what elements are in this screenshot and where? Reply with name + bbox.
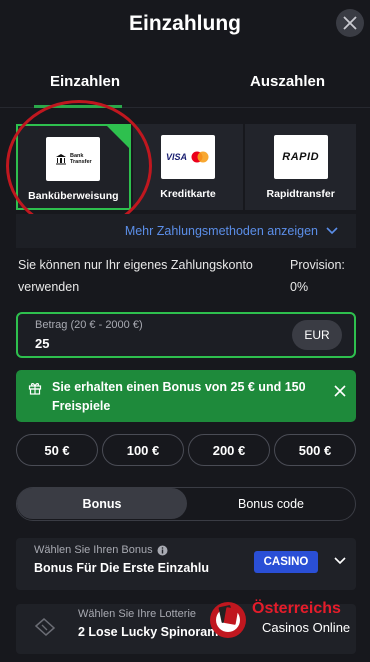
quick-amount-button[interactable]: 50 €	[16, 434, 98, 466]
bonus-select-label-row: Wählen Sie Ihren Bonus	[34, 544, 168, 556]
method-label: Kreditkarte	[160, 188, 216, 200]
account-notice: Sie können nur Ihr eigenes Zahlungskonto…	[18, 258, 253, 294]
tab-einzahlen[interactable]: Einzahlen	[50, 73, 120, 90]
bank-transfer-logo: Bank Transfer	[46, 137, 101, 181]
modal-title: Einzahlung	[129, 12, 241, 35]
lottery-select-label: Wählen Sie Ihre Lotterie	[78, 608, 197, 620]
deposit-modal: Einzahlung Einzahlen Auszahlen Bank Tran…	[0, 0, 370, 662]
method-credit-card[interactable]: VISA Kreditkarte	[132, 124, 244, 210]
bonus-toggle-option[interactable]: Bonus	[17, 488, 187, 519]
amount-value[interactable]: 25	[35, 336, 49, 351]
bonus-code-toggle-option[interactable]: Bonus code	[187, 488, 355, 519]
casino-chip-icon	[210, 602, 246, 638]
info-icon[interactable]	[157, 545, 168, 556]
quick-amount-button[interactable]: 500 €	[274, 434, 356, 466]
watermark-logo: Österreichs Casinos Online	[206, 596, 366, 646]
visa-mastercard-logo: VISA	[161, 135, 215, 179]
tab-bar: Einzahlen Auszahlen	[0, 55, 370, 108]
method-label: Banküberweisung	[28, 190, 119, 202]
mastercard-icon	[191, 151, 209, 163]
provision-label: Provision:	[290, 258, 345, 272]
ticket-icon	[34, 618, 56, 636]
method-rapidtransfer[interactable]: RAPID Rapidtransfer	[245, 124, 357, 210]
quick-amount-button[interactable]: 200 €	[188, 434, 270, 466]
close-button[interactable]	[336, 9, 364, 37]
bonus-select-value: Bonus Für Die Erste Einzahlu	[34, 561, 210, 575]
selected-check-icon	[106, 126, 129, 148]
payment-methods: Bank Transfer Banküberweisung VISA Kredi…	[16, 124, 357, 210]
close-icon	[343, 16, 357, 30]
watermark-line1: Österreichs	[252, 600, 341, 617]
lottery-select-value: 2 Lose Lucky Spinorama	[78, 625, 226, 639]
amount-label: Betrag (20 € - 2000 €)	[35, 319, 143, 331]
visa-logo-text: VISA	[165, 152, 187, 162]
provision-value: 0%	[290, 280, 309, 294]
quick-amounts: 50 € 100 € 200 € 500 €	[16, 434, 356, 466]
bank-icon	[55, 154, 66, 165]
tab-auszahlen[interactable]: Auszahlen	[250, 73, 325, 90]
modal-header: Einzahlung	[0, 0, 370, 50]
rapid-logo: RAPID	[273, 135, 328, 179]
bonus-select[interactable]: Wählen Sie Ihren Bonus Bonus Für Die Ers…	[16, 538, 356, 590]
watermark-line2: Casinos Online	[262, 620, 351, 635]
gift-icon	[28, 383, 42, 395]
more-methods-link[interactable]: Mehr Zahlungsmethoden anzeigen	[16, 214, 356, 248]
bonus-banner-text: Sie erhalten einen Bonus von 25 € und 15…	[52, 380, 306, 413]
method-bank-transfer[interactable]: Bank Transfer Banküberweisung	[16, 124, 131, 210]
currency-badge: EUR	[292, 320, 342, 350]
chevron-down-icon	[326, 227, 338, 235]
bonus-select-label: Wählen Sie Ihren Bonus	[34, 544, 153, 556]
bonus-banner: Sie erhalten einen Bonus von 25 € und 15…	[16, 370, 356, 422]
amount-field[interactable]: Betrag (20 € - 2000 €) 25 EUR	[16, 312, 356, 358]
chevron-down-icon	[334, 557, 346, 565]
quick-amount-button[interactable]: 100 €	[102, 434, 184, 466]
casino-badge: CASINO	[254, 551, 318, 573]
active-tab-indicator	[34, 105, 122, 108]
close-icon[interactable]	[334, 385, 346, 397]
rapid-logo-text: RAPID	[282, 151, 320, 163]
bonus-toggle: Bonus Bonus code	[16, 487, 356, 521]
bank-logo-text-2: Transfer	[69, 159, 92, 165]
method-label: Rapidtransfer	[266, 188, 335, 200]
more-methods-label: Mehr Zahlungsmethoden anzeigen	[124, 224, 318, 238]
